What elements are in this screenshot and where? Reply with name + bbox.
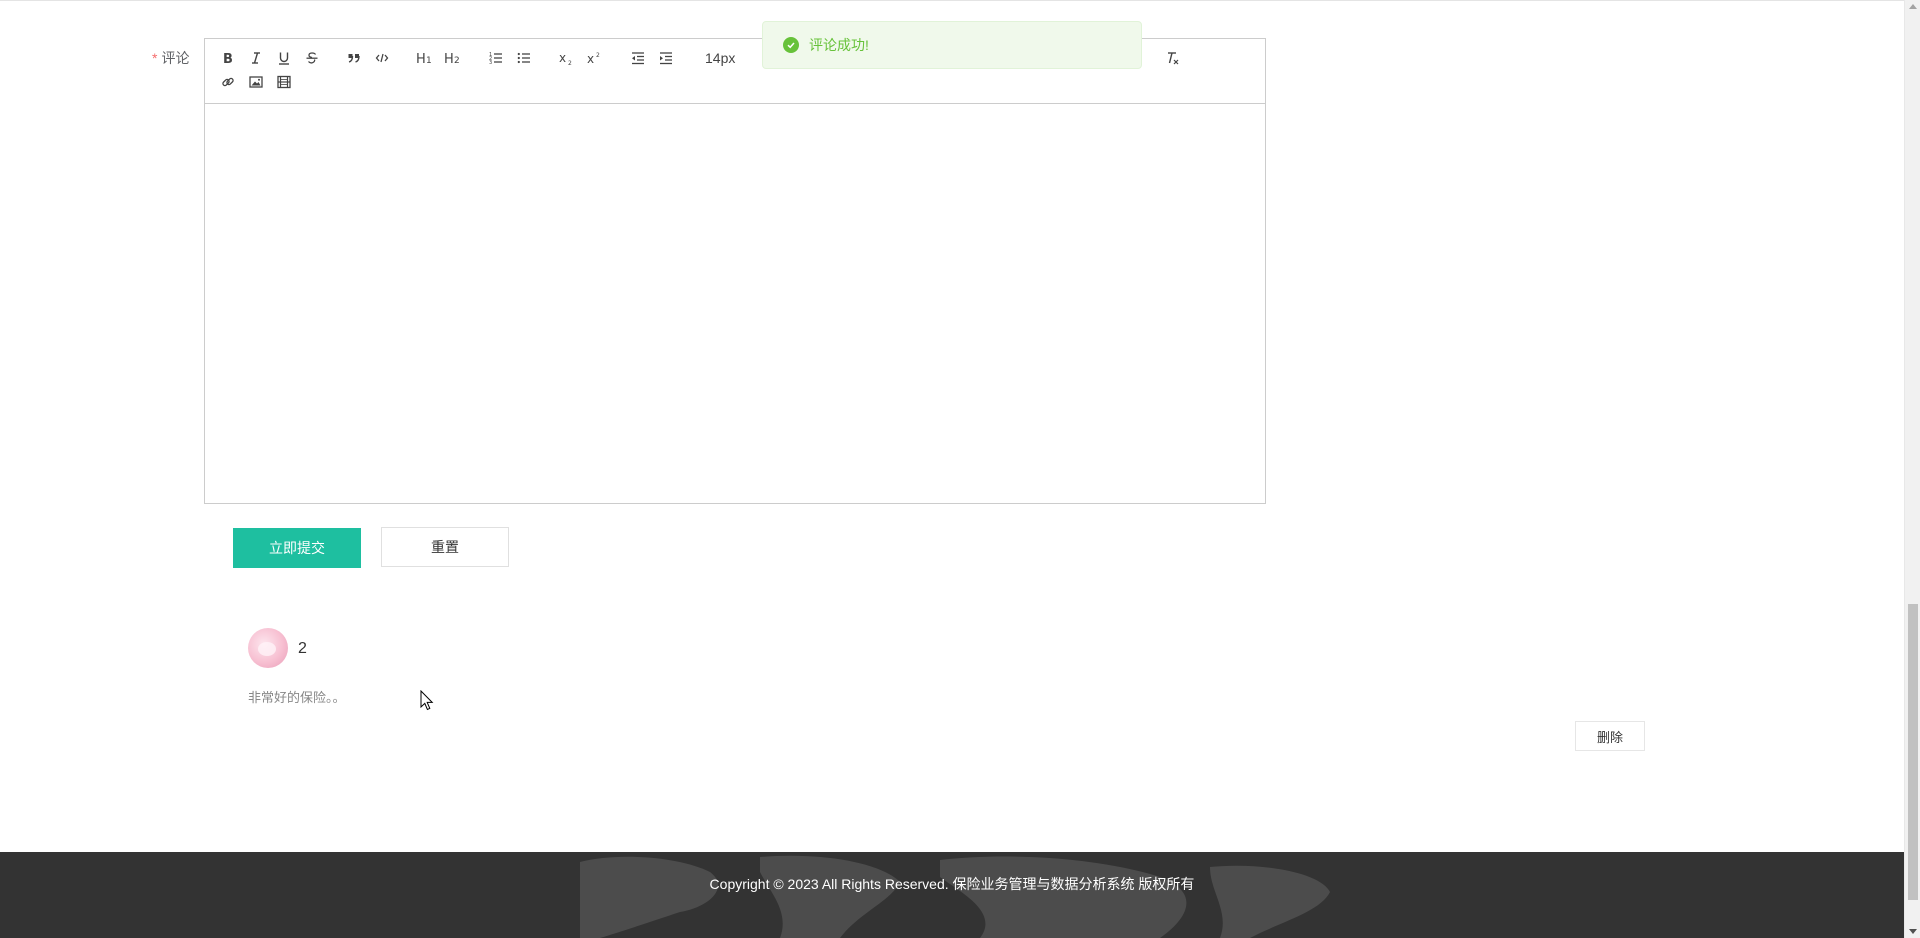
comment-field-label: * 评论: [152, 48, 189, 68]
outdent-icon[interactable]: [626, 47, 650, 69]
strike-icon[interactable]: [300, 47, 324, 69]
footer: Copyright © 2023 All Rights Reserved. 保险…: [0, 852, 1904, 938]
bold-icon[interactable]: B: [216, 47, 240, 69]
required-mark: *: [152, 50, 158, 66]
world-map-background-icon: [580, 855, 1330, 938]
vertical-scrollbar[interactable]: [1904, 0, 1920, 938]
svg-text:3: 3: [489, 60, 492, 65]
comment-username: 2: [298, 640, 307, 657]
delete-button[interactable]: 删除: [1575, 721, 1645, 751]
svg-text:x: x: [559, 51, 566, 65]
scroll-down-arrow-icon[interactable]: [1909, 929, 1917, 934]
bullet-list-icon[interactable]: [512, 47, 536, 69]
comment-label-text: 评论: [161, 50, 190, 66]
comment-content: 非常好的保险。。: [248, 690, 346, 705]
subscript-icon[interactable]: x2: [555, 47, 579, 69]
footer-copyright: Copyright © 2023 All Rights Reserved. 保险…: [709, 876, 1195, 892]
superscript-icon[interactable]: x2: [583, 47, 607, 69]
scroll-up-arrow-icon[interactable]: [1909, 4, 1917, 9]
clean-format-icon[interactable]: [1160, 47, 1184, 69]
scrollbar-thumb[interactable]: [1908, 604, 1918, 900]
font-size-picker[interactable]: 14px: [705, 50, 735, 66]
svg-text:1: 1: [426, 56, 432, 65]
underline-icon[interactable]: [272, 47, 296, 69]
blockquote-icon[interactable]: [342, 47, 366, 69]
check-circle-icon: [783, 37, 799, 53]
ordered-list-icon[interactable]: 123: [484, 47, 508, 69]
mouse-pointer-icon: [420, 689, 434, 717]
page: * 评论 B H1 H 2 1 2 3 x 2 x 2 14px 评论成功! 立…: [0, 0, 1920, 938]
header-2-icon[interactable]: H2: [441, 47, 465, 69]
toast-message: 评论成功!: [809, 37, 869, 53]
svg-text:2: 2: [596, 52, 600, 59]
svg-text:2: 2: [454, 56, 460, 65]
link-icon[interactable]: [216, 71, 240, 93]
svg-text:H: H: [416, 52, 426, 65]
reset-button[interactable]: 重置: [381, 527, 509, 567]
image-icon[interactable]: [244, 71, 268, 93]
avatar: [248, 628, 288, 668]
top-divider: [0, 0, 1904, 1]
submit-button[interactable]: 立即提交: [233, 528, 361, 568]
svg-text:H: H: [444, 52, 454, 65]
italic-icon[interactable]: [244, 47, 268, 69]
code-block-icon[interactable]: [370, 47, 394, 69]
video-icon[interactable]: [272, 71, 296, 93]
header-1-icon[interactable]: H1: [413, 47, 437, 69]
success-toast: 评论成功!: [762, 21, 1142, 69]
svg-text:2: 2: [568, 60, 572, 65]
indent-icon[interactable]: [654, 47, 678, 69]
rich-text-editor: B H1 H2 123 x 2 x 2 14px: [204, 38, 1266, 504]
svg-text:B: B: [223, 52, 233, 65]
svg-text:x: x: [587, 52, 594, 65]
editor-content-area[interactable]: [205, 104, 1265, 503]
